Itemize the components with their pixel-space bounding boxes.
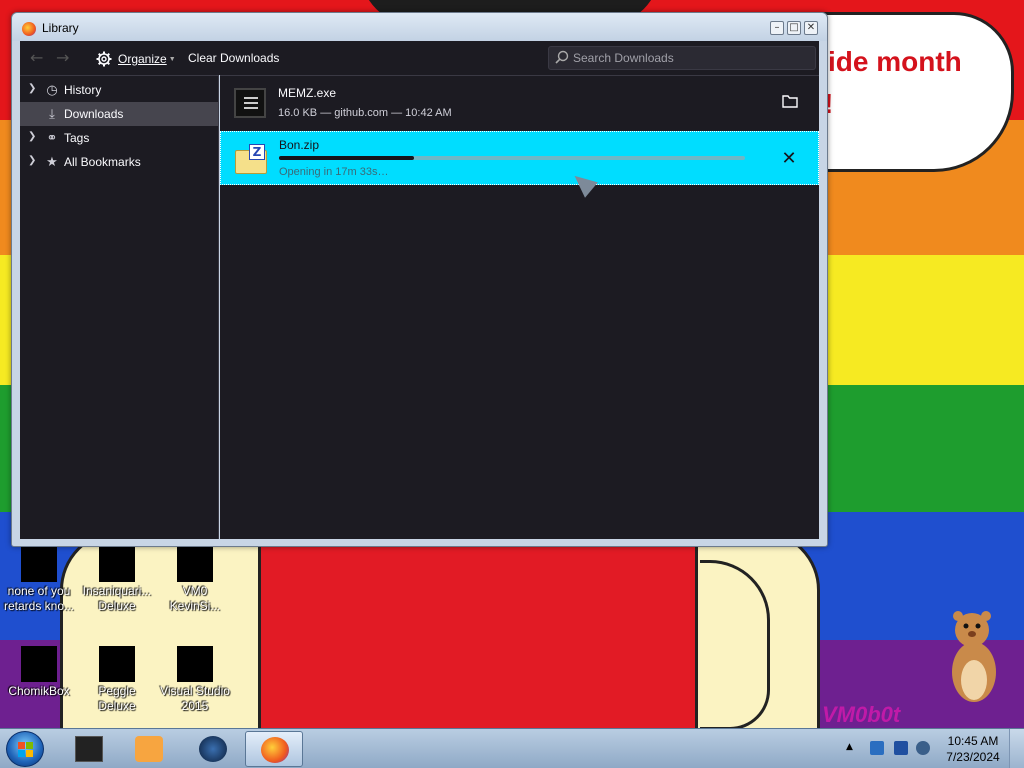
- window-title: Library: [42, 21, 79, 35]
- network-icon[interactable]: [870, 741, 884, 755]
- show-desktop-button[interactable]: [1009, 729, 1024, 768]
- desktop-icon-visual-studio[interactable]: Visual Studio 2015: [156, 646, 234, 714]
- sidebar-item-label: History: [64, 83, 102, 97]
- sidebar-item-history[interactable]: ❯ ◷ History: [20, 78, 218, 102]
- monitor-icon[interactable]: [894, 741, 908, 755]
- tags-icon: ⚭: [46, 130, 58, 145]
- search-downloads-box[interactable]: [548, 46, 816, 70]
- chevron-right-icon[interactable]: ❯: [28, 131, 36, 142]
- forward-arrow-icon[interactable]: →: [56, 50, 69, 66]
- desktop-icon-label: Insaniquari... Deluxe: [82, 584, 152, 613]
- desktop-icon-label: none of you retards kno...: [3, 584, 75, 613]
- restore-button[interactable]: □: [787, 21, 801, 35]
- taskbar-firefox[interactable]: [245, 731, 303, 767]
- game-icon: [99, 646, 135, 682]
- zip-file-icon: Z: [235, 144, 267, 174]
- organize-menu-button[interactable]: Organize ▼: [96, 49, 176, 69]
- clear-downloads-button[interactable]: Clear Downloads: [188, 51, 279, 65]
- download-status: 16.0 KB — github.com — 10:42 AM: [278, 107, 452, 119]
- download-status: Opening in 17m 33s…: [279, 166, 389, 178]
- desktop-icon-label: Peggle Deluxe: [98, 684, 136, 713]
- volume-icon[interactable]: [916, 741, 930, 755]
- close-button[interactable]: ✕: [804, 21, 818, 35]
- search-input[interactable]: [573, 50, 811, 66]
- system-tray: ▲ 10:45 AM 7/23/2024: [840, 729, 1024, 768]
- windows-logo-icon: [18, 742, 34, 758]
- download-progress-bar: [279, 156, 745, 160]
- sidebar-item-label: All Bookmarks: [64, 155, 141, 169]
- cartoon-shirt: [258, 540, 698, 728]
- app-icon: [21, 646, 57, 682]
- download-item-memz[interactable]: MEMZ.exe 16.0 KB — github.com — 10:42 AM: [220, 76, 819, 130]
- desktop-icon-label: ChomikBox: [8, 684, 70, 698]
- sidebar-item-label: Tags: [64, 131, 90, 145]
- desktop-icon-label: VM0 KevinSi...: [169, 584, 221, 613]
- back-arrow-icon[interactable]: ←: [30, 50, 43, 66]
- close-icon: ✕: [781, 148, 797, 169]
- firefox-icon: [22, 22, 36, 36]
- library-window: Library – □ ✕ ← → Organize ▼ Clear Downl…: [11, 12, 828, 547]
- executable-file-icon: [234, 88, 266, 118]
- chevron-down-icon: ▼: [168, 55, 176, 63]
- organize-label: Organize: [118, 52, 167, 66]
- file-icon: [21, 546, 57, 582]
- search-icon: [555, 50, 569, 64]
- file-icon: [177, 546, 213, 582]
- system-clock[interactable]: 10:45 AM 7/23/2024: [940, 733, 1006, 765]
- taskbar: ▲ 10:45 AM 7/23/2024: [0, 728, 1024, 768]
- minimize-button[interactable]: –: [770, 21, 784, 35]
- star-icon: ★: [46, 154, 58, 169]
- folder-icon: [782, 95, 798, 108]
- download-item-bon[interactable]: Z Bon.zip Opening in 17m 33s… ✕: [220, 131, 819, 185]
- open-folder-button[interactable]: [779, 92, 801, 114]
- window-titlebar[interactable]: Library – □ ✕: [12, 13, 827, 41]
- app-icon: [177, 646, 213, 682]
- taskbar-media-player[interactable]: [120, 731, 178, 767]
- cancel-download-button[interactable]: ✕: [778, 148, 800, 170]
- start-button[interactable]: [6, 731, 44, 767]
- desktop-icon-label: Visual Studio 2015: [160, 684, 230, 713]
- desktop-icon-insaniquarium[interactable]: Insaniquari... Deluxe: [78, 546, 156, 614]
- desktop-icon-chomikbox[interactable]: ChomikBox: [0, 646, 78, 699]
- globe-icon: [199, 736, 227, 762]
- app-icon: [75, 736, 103, 762]
- downloads-list: MEMZ.exe 16.0 KB — github.com — 10:42 AM…: [220, 75, 819, 539]
- download-progress-fill: [279, 156, 415, 160]
- desktop-icon-none-of-you[interactable]: none of you retards kno...: [0, 546, 78, 614]
- speech-bubble-text: ide month: [828, 46, 962, 77]
- download-icon: ⤓: [49, 106, 55, 121]
- chevron-right-icon[interactable]: ❯: [28, 83, 36, 94]
- download-filename: Bon.zip: [279, 138, 320, 152]
- taskbar-app-1[interactable]: [60, 731, 118, 767]
- desktop-icon-peggle[interactable]: Peggle Deluxe: [78, 646, 156, 714]
- sidebar-item-downloads[interactable]: ⤓ Downloads: [20, 102, 218, 126]
- watermark-text: VM0b0t: [822, 702, 901, 727]
- desktop-icon-vm0-kevin[interactable]: VM0 KevinSi...: [156, 546, 234, 614]
- taskbar-app-3[interactable]: [184, 731, 242, 767]
- clock-time: 10:45 AM: [947, 734, 999, 748]
- hamster-image: [952, 611, 996, 702]
- sidebar-item-tags[interactable]: ❯ ⚭ Tags: [20, 126, 218, 150]
- library-toolbar: ← → Organize ▼ Clear Downloads: [20, 41, 819, 75]
- sidebar-item-all-bookmarks[interactable]: ❯ ★ All Bookmarks: [20, 150, 218, 174]
- library-sidebar: ❯ ◷ History ⤓ Downloads ❯ ⚭ Tags ❯ ★ All…: [20, 75, 219, 539]
- cartoon-ear: [700, 560, 770, 728]
- gear-icon: [96, 51, 112, 67]
- game-icon: [99, 546, 135, 582]
- firefox-icon: [261, 737, 289, 763]
- history-icon: ◷: [46, 82, 58, 97]
- media-player-icon: [135, 736, 163, 762]
- download-filename: MEMZ.exe: [278, 86, 337, 100]
- chevron-right-icon[interactable]: ❯: [28, 155, 36, 166]
- sidebar-item-label: Downloads: [64, 107, 124, 121]
- clock-date: 7/23/2024: [946, 750, 1000, 764]
- show-hidden-icons-icon[interactable]: ▲: [846, 742, 853, 752]
